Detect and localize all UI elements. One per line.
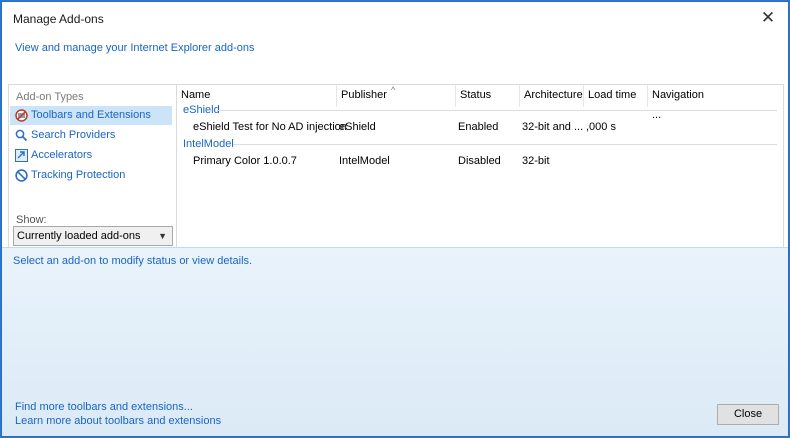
sort-ascending-icon: ^ <box>391 85 396 95</box>
cell-publisher: IntelModel <box>339 155 390 167</box>
window-title: Manage Add-ons <box>13 12 104 26</box>
cell-name: Primary Color 1.0.0.7 <box>193 155 297 167</box>
find-more-extensions-link[interactable]: Find more toolbars and extensions... <box>15 401 193 413</box>
sidebar-item-toolbars-extensions[interactable]: Toolbars and Extensions <box>10 106 172 125</box>
no-entry-icon <box>15 169 28 182</box>
addons-list: Name Publisher ^ Status Architecture Loa… <box>176 84 784 248</box>
learn-more-extensions-link[interactable]: Learn more about toolbars and extensions <box>15 415 221 427</box>
column-header-status[interactable]: Status <box>456 85 520 107</box>
close-button[interactable]: Close <box>717 404 779 425</box>
column-header-navigation[interactable]: Navigation ... <box>648 85 712 121</box>
sidebar-item-label: Tracking Protection <box>31 169 126 181</box>
close-window-icon[interactable]: ✕ <box>758 8 778 28</box>
details-status-text: Select an add-on to modify status or vie… <box>13 255 253 267</box>
search-icon <box>15 129 28 142</box>
sidebar-item-label: Toolbars and Extensions <box>31 109 151 121</box>
toolbar-extensions-icon <box>15 109 28 122</box>
group-divider <box>233 144 777 145</box>
column-header-publisher[interactable]: Publisher <box>337 85 456 107</box>
sidebar-item-search-providers[interactable]: Search Providers <box>10 126 172 145</box>
details-pane: Select an add-on to modify status or vie… <box>2 247 788 436</box>
cell-architecture: 32-bit and ... <box>522 121 584 133</box>
accelerator-icon <box>15 149 28 162</box>
cell-publisher: eShield <box>339 121 376 133</box>
group-divider <box>217 110 777 111</box>
sidebar-item-label: Accelerators <box>31 149 93 161</box>
column-header-load-time[interactable]: Load time <box>584 85 648 107</box>
addon-types-pane: Add-on Types Toolbars and Extensions Sea… <box>8 84 177 248</box>
group-header-eshield: eShield <box>183 104 220 116</box>
sidebar-item-accelerators[interactable]: Accelerators <box>10 146 172 165</box>
cell-architecture: 32-bit <box>522 155 550 167</box>
cell-status: Enabled <box>458 121 499 133</box>
column-header-architecture[interactable]: Architecture <box>520 85 584 107</box>
title-bar: Manage Add-ons ✕ <box>2 2 788 34</box>
addon-types-heading: Add-on Types <box>16 91 84 103</box>
manage-addons-window: PC risk.com Manage Add-ons ✕ View and ma… <box>1 1 789 437</box>
manage-addons-link[interactable]: View and manage your Internet Explorer a… <box>15 42 255 54</box>
cell-name: eShield Test for No AD injection <box>193 121 347 133</box>
sidebar-item-tracking-protection[interactable]: Tracking Protection <box>10 166 172 185</box>
sidebar-item-label: Search Providers <box>31 129 116 141</box>
show-filter-select[interactable]: Currently loaded add-ons ▼ <box>13 226 173 246</box>
chevron-down-icon: ▼ <box>158 231 167 241</box>
group-header-intelmodel: IntelModel <box>183 138 234 150</box>
show-filter-value: Currently loaded add-ons <box>17 230 141 242</box>
cell-load-time: ,000 s <box>586 121 616 133</box>
cell-status: Disabled <box>458 155 501 167</box>
show-label: Show: <box>16 214 47 226</box>
